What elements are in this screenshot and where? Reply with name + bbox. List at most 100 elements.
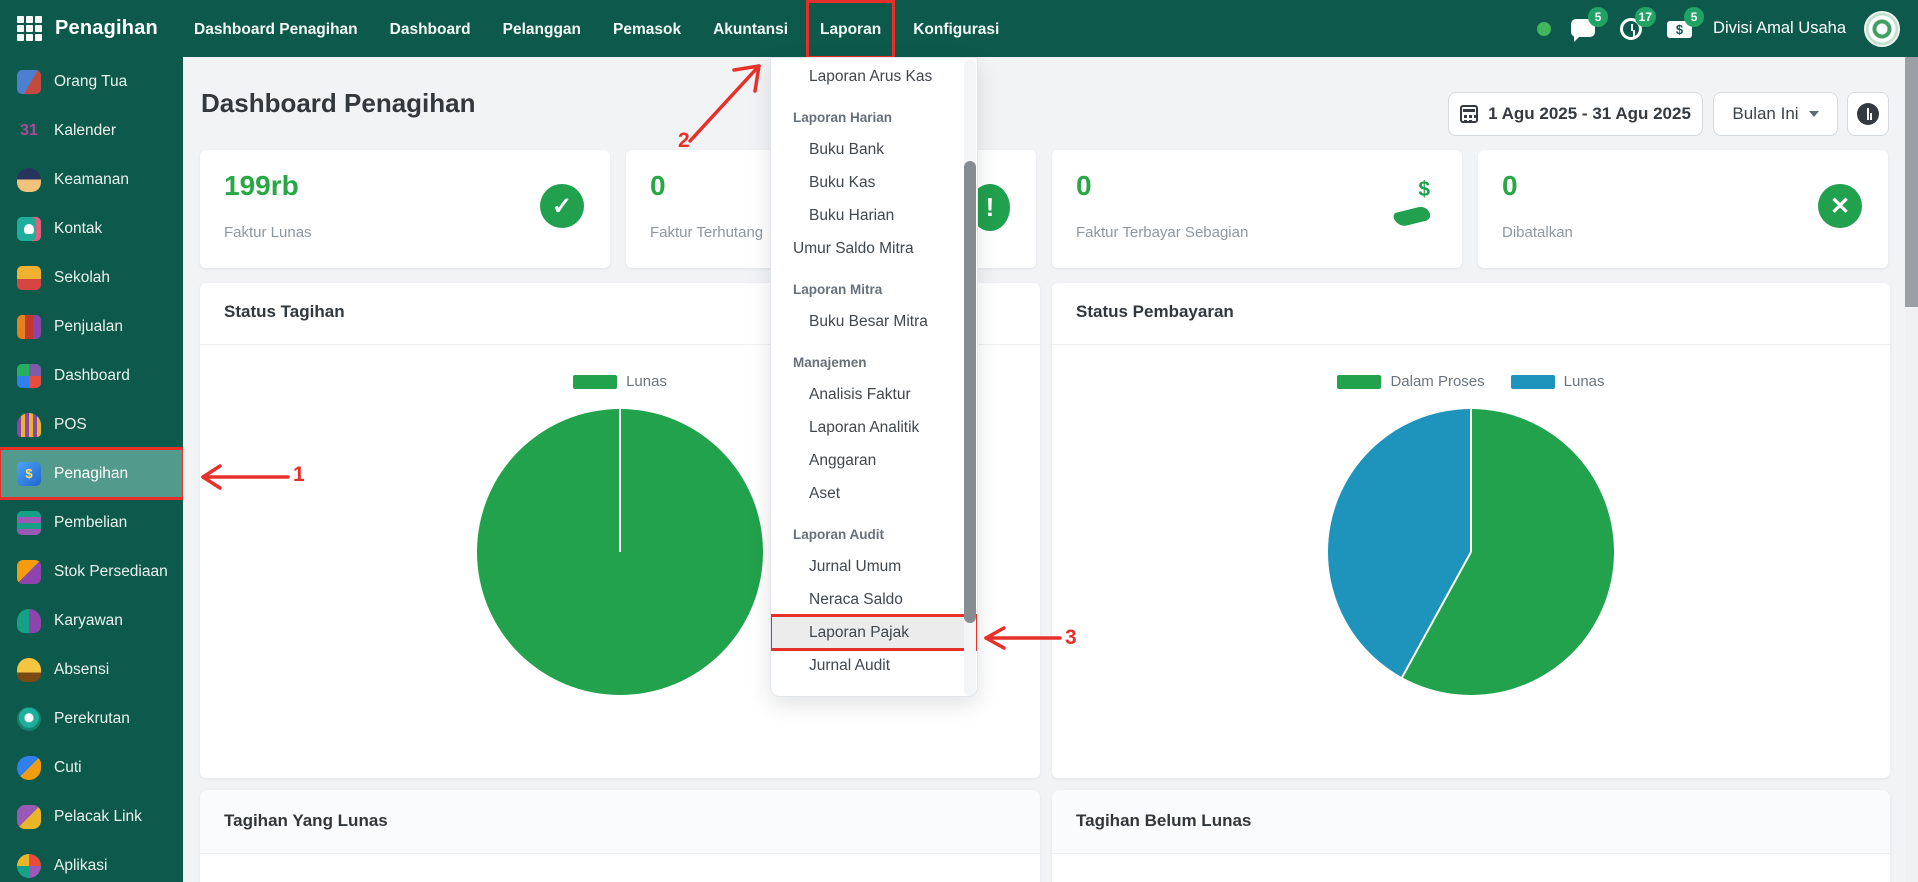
dropdown-item-laporan-arus-kas[interactable]: Laporan Arus Kas — [771, 60, 977, 93]
pie-slice-divider — [619, 409, 621, 552]
sidebar-item-label: Orang Tua — [54, 73, 127, 91]
sidebar-item-label: Kontak — [54, 220, 102, 238]
top-navbar: Penagihan Dashboard PenagihanDashboardPe… — [0, 0, 1918, 57]
card-tagihan-belum-lunas: Tagihan Belum Lunas — [1052, 790, 1890, 882]
dropdown-item-buku-kas[interactable]: Buku Kas — [771, 166, 977, 199]
sidebar-item-label: Perekrutan — [54, 710, 130, 728]
payments-button[interactable]: $ 5 — [1665, 14, 1695, 44]
legend-swatch — [1511, 375, 1555, 389]
dropdown-section-laporan-mitra: Laporan Mitra — [771, 277, 977, 303]
payments-badge: 5 — [1684, 7, 1704, 27]
sidebar-item-aplikasi[interactable]: Aplikasi — [0, 841, 183, 882]
nav-item-pelanggan[interactable]: Pelanggan — [492, 3, 592, 56]
employees-icon — [17, 609, 41, 633]
sidebar-item-cuti[interactable]: Cuti — [0, 743, 183, 792]
sidebar-item-absensi[interactable]: Absensi — [0, 645, 183, 694]
hand-dollar-icon — [1392, 184, 1436, 228]
sidebar-item-keamanan[interactable]: Keamanan — [0, 155, 183, 204]
pie-chart-status-pembayaran — [1328, 409, 1614, 695]
sidebar-item-label: Keamanan — [54, 171, 129, 189]
dropdown-section-laporan-audit: Laporan Audit — [771, 522, 977, 548]
legend-entry-lunas[interactable]: Lunas — [573, 373, 667, 390]
sidebar-item-kalender[interactable]: Kalender — [0, 106, 183, 155]
dropdown-item-buku-bank[interactable]: Buku Bank — [771, 133, 977, 166]
sidebar-item-kontak[interactable]: Kontak — [0, 204, 183, 253]
sidebar-item-perekrutan[interactable]: Perekrutan — [0, 694, 183, 743]
dropdown-item-laporan-analitik[interactable]: Laporan Analitik — [771, 411, 977, 444]
dropdown-item-umur-saldo-mitra[interactable]: Umur Saldo Mitra — [771, 232, 977, 265]
sidebar-item-dashboard[interactable]: Dashboard — [0, 351, 183, 400]
school-icon — [17, 266, 41, 290]
dropdown-item-laporan-pajak[interactable]: Laporan Pajak — [771, 616, 977, 649]
legend-swatch — [573, 375, 617, 389]
dropdown-item-neraca-saldo[interactable]: Neraca Saldo — [771, 583, 977, 616]
history-button[interactable] — [1847, 92, 1889, 136]
app-brand[interactable]: Penagihan — [0, 16, 183, 41]
card-header: Tagihan Yang Lunas — [200, 790, 1040, 854]
user-avatar[interactable] — [1864, 11, 1900, 47]
stat-label: Faktur Lunas — [224, 224, 312, 241]
sidebar-item-label: Cuti — [54, 759, 82, 777]
nav-item-laporan[interactable]: Laporan — [809, 3, 892, 56]
billing-dashboard-screen: Penagihan Dashboard PenagihanDashboardPe… — [0, 0, 1918, 882]
sidebar-item-penjualan[interactable]: Penjualan — [0, 302, 183, 351]
date-range-picker[interactable]: 1 Agu 2025 - 31 Agu 2025 — [1448, 92, 1703, 136]
parents-icon — [17, 70, 41, 94]
sidebar-item-pelacak-link[interactable]: Pelacak Link — [0, 792, 183, 841]
dropdown-item-buku-besar-mitra[interactable]: Buku Besar Mitra — [771, 305, 977, 338]
dropdown-item-anggaran[interactable]: Anggaran — [771, 444, 977, 477]
sidebar-item-label: Karyawan — [54, 612, 123, 630]
sidebar-item-orang-tua[interactable]: Orang Tua — [0, 57, 183, 106]
sidebar-item-sekolah[interactable]: Sekolah — [0, 253, 183, 302]
dropdown-item-aset[interactable]: Aset — [771, 477, 977, 510]
dropdown-item-analisis-faktur[interactable]: Analisis Faktur — [771, 378, 977, 411]
activity-history-button[interactable]: 17 — [1617, 14, 1647, 44]
nav-item-dashboard-penagihan[interactable]: Dashboard Penagihan — [183, 3, 369, 56]
sidebar-item-stok-persediaan[interactable]: Stok Persediaan — [0, 547, 183, 596]
legend-entry-lunas[interactable]: Lunas — [1511, 373, 1605, 390]
page-scrollbar-thumb[interactable] — [1905, 57, 1918, 307]
apps-grid-icon[interactable] — [17, 16, 42, 41]
dropdown-item-buku-harian[interactable]: Buku Harian — [771, 199, 977, 232]
billing-icon — [17, 462, 41, 486]
nav-item-pemasok[interactable]: Pemasok — [602, 3, 692, 56]
card-header: Status Pembayaran — [1052, 283, 1890, 345]
stat-card-faktur-terbayar-sebagian: 0 Faktur Terbayar Sebagian — [1052, 150, 1462, 268]
chart-legend: Dalam Proses Lunas — [1052, 373, 1890, 390]
organization-name[interactable]: Divisi Amal Usaha — [1713, 19, 1846, 38]
sidebar: Orang TuaKalenderKeamananKontakSekolahPe… — [0, 57, 183, 882]
sidebar-item-label: Pembelian — [54, 514, 127, 532]
sidebar-item-label: Dashboard — [54, 367, 130, 385]
sidebar-item-karyawan[interactable]: Karyawan — [0, 596, 183, 645]
legend-label: Dalam Proses — [1390, 373, 1484, 390]
chart-card-status-pembayaran: Status Pembayaran Dalam Proses Lunas — [1052, 283, 1890, 778]
dropdown-item-jurnal-umum[interactable]: Jurnal Umum — [771, 550, 977, 583]
clock-icon — [1857, 103, 1879, 125]
sidebar-item-penagihan[interactable]: Penagihan — [0, 449, 183, 498]
sidebar-item-label: Absensi — [54, 661, 109, 679]
pie-chart-status-tagihan — [477, 409, 763, 695]
card-title: Tagihan Belum Lunas — [1076, 811, 1251, 831]
chevron-down-icon — [1809, 111, 1819, 117]
app-title: Penagihan — [55, 17, 158, 40]
dropdown-item-jurnal-audit[interactable]: Jurnal Audit — [771, 649, 977, 682]
stat-value: 0 — [650, 170, 666, 202]
nav-item-dashboard[interactable]: Dashboard — [379, 3, 482, 56]
sidebar-item-label: Aplikasi — [54, 857, 107, 875]
pie-slice-divider — [1401, 552, 1472, 678]
pos-icon — [17, 413, 41, 437]
messages-button[interactable]: 5 — [1569, 14, 1599, 44]
stat-value: 0 — [1076, 170, 1092, 202]
legend-entry-dalam-proses[interactable]: Dalam Proses — [1337, 373, 1484, 390]
dropdown-scrollbar-thumb[interactable] — [964, 161, 976, 623]
stat-value: 0 — [1502, 170, 1518, 202]
card-title: Tagihan Yang Lunas — [224, 811, 388, 831]
nav-item-akuntansi[interactable]: Akuntansi — [702, 3, 799, 56]
sidebar-item-pembelian[interactable]: Pembelian — [0, 498, 183, 547]
sidebar-item-pos[interactable]: POS — [0, 400, 183, 449]
police-icon — [17, 168, 41, 192]
period-select[interactable]: Bulan Ini — [1713, 92, 1838, 136]
stat-label: Faktur Terbayar Sebagian — [1076, 224, 1248, 241]
dropdown-section-laporan-harian: Laporan Harian — [771, 105, 977, 131]
nav-item-konfigurasi[interactable]: Konfigurasi — [902, 3, 1010, 56]
